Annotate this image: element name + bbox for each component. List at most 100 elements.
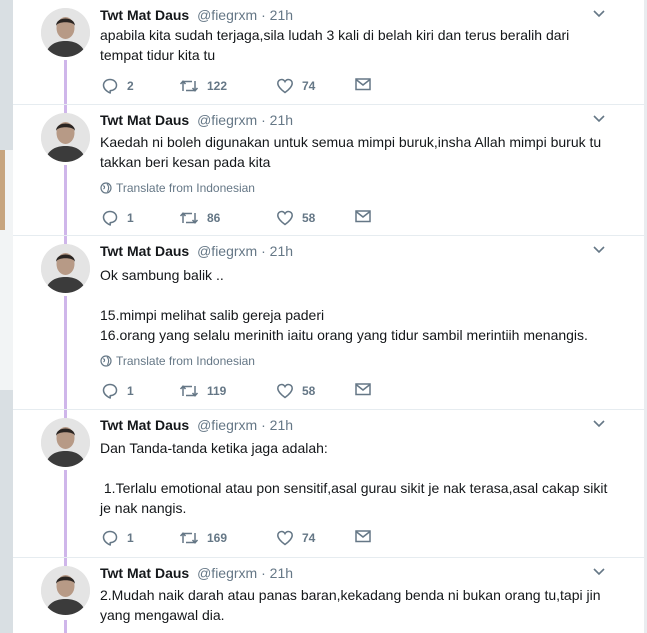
direct-message-button[interactable] [355,529,371,543]
avatar[interactable] [41,566,90,615]
tweet-text: 2.Mudah naik darah atau panas baran,keka… [100,587,601,623]
retweet-button[interactable]: 119 [179,382,226,400]
avatar[interactable] [41,418,90,467]
reply-count: 1 [127,531,134,545]
chevron-down-icon[interactable] [592,8,606,20]
reply-count: 1 [127,211,134,225]
tweet-2[interactable]: Twt Mat Daus @fiegrxm · 21h Kaedah ni bo… [13,105,644,236]
retweet-count: 169 [207,531,228,545]
reply-button[interactable]: 1 [101,382,134,400]
tweet-header: Twt Mat Daus @fiegrxm · 21h [100,243,293,259]
display-name[interactable]: Twt Mat Daus [100,243,189,259]
tweet-1[interactable]: Twt Mat Daus @fiegrxm · 21h apabila kita… [13,0,644,105]
separator-dot: · [261,7,266,23]
tweet-thread: Twt Mat Daus @fiegrxm · 21h apabila kita… [13,0,644,633]
globe-icon [100,355,112,367]
retweet-button[interactable]: 122 [179,77,227,95]
display-name[interactable]: Twt Mat Daus [100,417,189,433]
translate-label: Translate from Indonesian [116,354,255,368]
like-button[interactable]: 58 [276,209,315,227]
globe-icon [100,182,112,194]
timestamp[interactable]: 21h [270,417,293,433]
like-icon [277,78,293,94]
separator-dot: · [261,243,266,259]
retweet-button[interactable]: 169 [179,529,227,547]
tweet-text: Kaedah ni boleh digunakan untuk semua mi… [100,134,602,170]
thread-line [64,558,67,566]
timestamp[interactable]: 21h [270,112,293,128]
retweet-icon [179,212,199,224]
like-button[interactable]: 58 [276,382,315,400]
retweet-count: 119 [207,384,227,398]
profile-photo [41,244,90,293]
username[interactable]: @fiegrxm [197,565,257,581]
chevron-down-icon[interactable] [592,566,606,578]
profile-photo [41,113,90,162]
dm-icon [355,210,371,223]
translate-label: Translate from Indonesian [116,181,255,195]
like-button[interactable]: 74 [276,77,315,95]
retweet-count: 86 [207,211,221,225]
username[interactable]: @fiegrxm [197,417,257,433]
like-icon [277,530,293,546]
like-count: 74 [302,79,316,93]
tweet-header: Twt Mat Daus @fiegrxm · 21h [100,565,293,581]
tweet-header: Twt Mat Daus @fiegrxm · 21h [100,112,293,128]
username[interactable]: @fiegrxm [197,243,257,259]
thread-line [64,105,67,113]
direct-message-button[interactable] [355,382,371,396]
reply-icon [102,210,118,226]
thread-line [64,470,67,557]
display-name[interactable]: Twt Mat Daus [100,565,189,581]
reply-button[interactable]: 2 [101,77,134,95]
timestamp[interactable]: 21h [270,565,293,581]
tweet-5[interactable]: Twt Mat Daus @fiegrxm · 21h 2.Mudah naik… [13,558,644,633]
chevron-down-icon[interactable] [592,418,606,430]
separator-dot: · [261,112,266,128]
username[interactable]: @fiegrxm [197,7,257,23]
avatar[interactable] [41,8,90,57]
background-left-strip [0,0,13,633]
chevron-down-icon[interactable] [592,244,606,256]
tweet-header: Twt Mat Daus @fiegrxm · 21h [100,417,293,433]
thread-line [64,165,67,235]
tweet-4[interactable]: Twt Mat Daus @fiegrxm · 21h Dan Tanda-ta… [13,410,644,558]
profile-photo [41,418,90,467]
reply-icon [102,530,118,546]
display-name[interactable]: Twt Mat Daus [100,7,189,23]
profile-photo [41,8,90,57]
retweet-count: 122 [207,79,228,93]
thread-line [64,620,67,633]
translate-link[interactable]: Translate from Indonesian [100,354,255,368]
translate-link[interactable]: Translate from Indonesian [100,181,255,195]
direct-message-button[interactable] [355,77,371,91]
separator-dot: · [261,417,266,433]
dm-icon [355,383,371,396]
profile-photo [41,566,90,615]
reply-icon [102,383,118,399]
tweet-text: apabila kita sudah terjaga,sila ludah 3 … [100,27,570,63]
retweet-icon [179,385,199,397]
tweet-3[interactable]: Twt Mat Daus @fiegrxm · 21h Ok sambung b… [13,236,644,410]
retweet-icon [179,532,199,544]
chevron-down-icon[interactable] [592,113,606,125]
reply-button[interactable]: 1 [101,529,134,547]
thread-line [64,236,67,244]
direct-message-button[interactable] [355,209,371,223]
avatar[interactable] [41,113,90,162]
username[interactable]: @fiegrxm [197,112,257,128]
avatar[interactable] [41,244,90,293]
like-icon [277,210,293,226]
tweet-text: Ok sambung balik .. 15.mimpi melihat sal… [100,267,588,343]
reply-button[interactable]: 1 [101,209,134,227]
timestamp[interactable]: 21h [270,7,293,23]
like-button[interactable]: 74 [276,529,315,547]
timestamp[interactable]: 21h [270,243,293,259]
dm-icon [355,530,371,543]
retweet-button[interactable]: 86 [179,209,220,227]
reply-count: 1 [127,384,134,398]
thread-line [64,296,67,409]
retweet-icon [179,80,199,92]
like-count: 58 [302,384,316,398]
display-name[interactable]: Twt Mat Daus [100,112,189,128]
